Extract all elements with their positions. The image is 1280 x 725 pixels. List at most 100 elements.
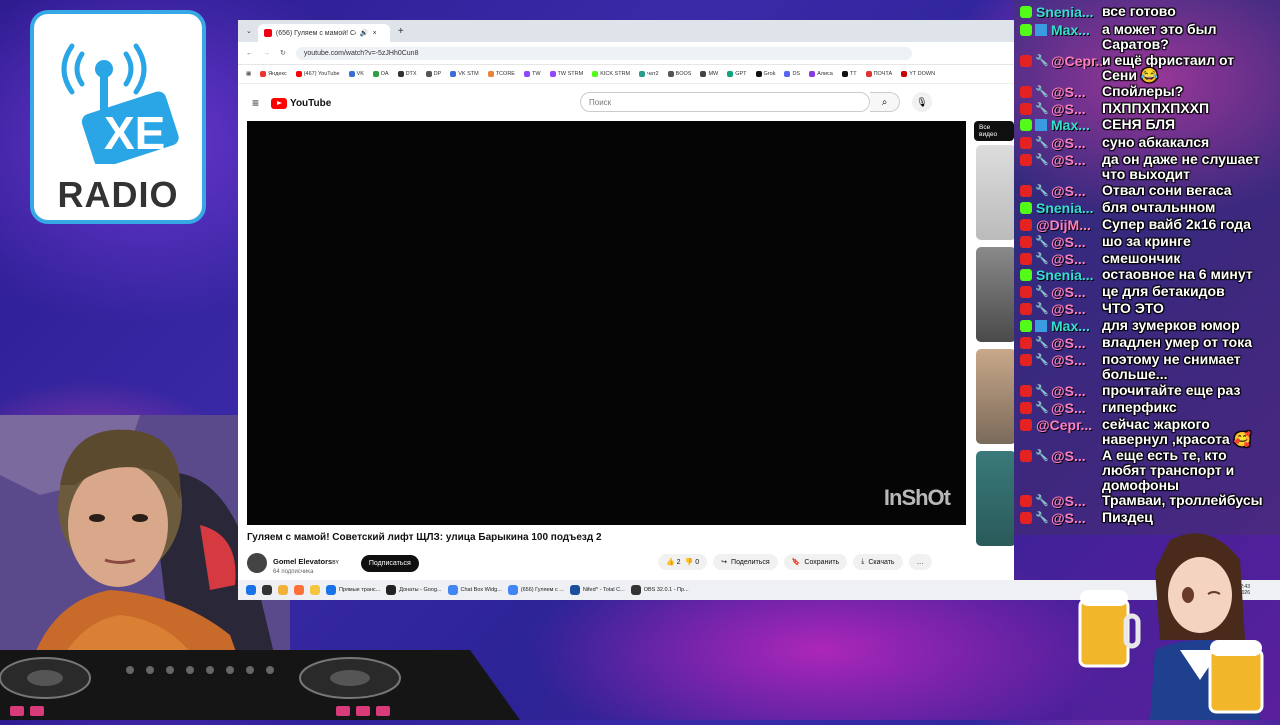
bookmark-item[interactable]: TW xyxy=(523,71,541,77)
channel-country: BY xyxy=(332,560,339,566)
bookmark-item[interactable]: DA xyxy=(372,71,389,77)
chat-message-text: гиперфикс xyxy=(1102,399,1177,415)
new-tab-button[interactable]: + xyxy=(398,26,404,37)
bookmark-item[interactable]: BOOS xyxy=(667,71,691,77)
bookmark-item[interactable]: VK STM xyxy=(450,71,479,77)
voice-search-mic-icon[interactable]: 🎙 xyxy=(912,92,932,112)
bookmark-favicon-icon xyxy=(784,71,791,77)
forward-icon[interactable]: → xyxy=(263,50,270,57)
taskbar-app-button[interactable]: Nifed^ - Total C... xyxy=(569,585,625,595)
browser-window: ⌄ (656) Гуляем с мамой! Сов 🔊 × + ← → ↻ … xyxy=(238,20,1014,600)
bookmark-item[interactable]: TT xyxy=(841,71,857,77)
chat-message-text: сейчас жаркого навернул ,красота 🥰 xyxy=(1102,416,1252,447)
download-button[interactable]: ⤓ Скачать xyxy=(853,554,903,570)
bookmark-item[interactable]: TCORE xyxy=(487,71,515,77)
apps-grid-icon[interactable]: ▦ xyxy=(246,71,251,77)
chat-message: Snenia... бля очтальнном xyxy=(1020,200,1215,216)
speaker-icon[interactable]: 🔊 xyxy=(360,29,369,37)
chat-message: 🔧 @S... Трамваи, троллейбусы xyxy=(1020,493,1263,509)
subscribe-button[interactable]: Подписаться xyxy=(360,554,419,572)
bookmark-label: TCORE xyxy=(495,71,515,77)
wrench-badge-icon: 🔧 xyxy=(1035,303,1049,315)
chat-message-text: владлен умер от тока xyxy=(1102,334,1252,350)
recommended-video-thumbnail[interactable] xyxy=(976,145,1014,240)
recommended-video-thumbnail[interactable] xyxy=(976,349,1014,444)
chat-message: 🔧 @S... Спойлеры? xyxy=(1020,84,1183,100)
video-actions: 👍 2 👎 0 ↪ Поделиться 🔖 Сохранить ⤓ Скачать … xyxy=(658,554,932,570)
bookmark-favicon-icon xyxy=(841,71,848,77)
taskbar-app-label: Донаты - Goog... xyxy=(399,587,442,593)
weather-widget[interactable] xyxy=(278,585,288,595)
taskbar-app-button[interactable]: Прямые транс... xyxy=(326,585,380,595)
bookmark-item[interactable]: Яндекс xyxy=(260,71,287,77)
start-button[interactable] xyxy=(246,585,256,595)
youtube-platform-icon xyxy=(1020,385,1032,397)
wrench-badge-icon: 🔧 xyxy=(1035,337,1049,349)
save-button[interactable]: 🔖 Сохранить xyxy=(783,554,848,570)
recommended-video-thumbnail[interactable] xyxy=(976,451,1014,546)
bookmark-item[interactable]: MW xyxy=(700,71,718,77)
bookmark-label: MW xyxy=(708,71,719,77)
reload-icon[interactable]: ↻ xyxy=(280,49,286,57)
video-player[interactable]: InShOt xyxy=(247,121,966,525)
recommendations-sidebar: Все видео xyxy=(974,121,1014,600)
search-button[interactable]: ⌕ xyxy=(870,92,900,112)
inshot-watermark: InShOt xyxy=(883,485,951,510)
bookmark-favicon-icon xyxy=(523,71,530,77)
youtube-logo[interactable]: YouTube xyxy=(271,97,331,109)
tab-bar: ⌄ (656) Гуляем с мамой! Сов 🔊 × + xyxy=(238,20,1014,42)
tab-close-icon[interactable]: × xyxy=(373,30,377,37)
url-field[interactable]: youtube.com/watch?v=-5zJHh0Cun8 xyxy=(295,46,912,60)
chat-message-text: бля очтальнном xyxy=(1102,199,1216,215)
dislike-count: 0 xyxy=(695,559,700,566)
bookmark-item[interactable]: чат2 xyxy=(639,71,659,77)
bookmark-item[interactable]: ПОЧТА xyxy=(865,71,892,77)
chat-message-text: для зумерков юмор xyxy=(1102,317,1240,333)
bookmark-item[interactable]: DTX xyxy=(397,71,417,77)
dislike-button[interactable]: 👎 0 xyxy=(685,558,700,566)
bookmark-item[interactable]: (467) YouTube xyxy=(295,71,340,77)
bookmark-item[interactable]: VK xyxy=(348,71,364,77)
taskbar-app-button[interactable]: Chat Box Widg... xyxy=(447,585,502,595)
channel-name[interactable]: Gomel Elevators xyxy=(273,557,332,566)
back-icon[interactable]: ← xyxy=(246,50,253,57)
bookmark-item[interactable]: TW STRM xyxy=(549,71,583,77)
taskbar-app-button[interactable]: Донаты - Goog... xyxy=(386,585,442,595)
like-button[interactable]: 👍 2 xyxy=(666,558,681,566)
bookmark-item[interactable]: GPT xyxy=(727,71,747,77)
bookmark-label: DP xyxy=(433,71,442,77)
tab-list-chevron-icon[interactable]: ⌄ xyxy=(246,27,252,35)
bookmark-item[interactable]: DP xyxy=(425,71,442,77)
taskbar-app-button[interactable]: (656) Гуляем с ... xyxy=(507,585,564,595)
more-actions-button[interactable]: … xyxy=(908,554,932,570)
bookmark-favicon-icon xyxy=(809,71,816,77)
bookmark-item[interactable]: Grok xyxy=(755,71,775,77)
bookmark-item[interactable]: KICK STRM xyxy=(592,71,630,77)
tab-youtube[interactable]: (656) Гуляем с мамой! Сов 🔊 × xyxy=(257,24,390,42)
bookmark-item[interactable]: Алиса xyxy=(809,71,833,77)
chat-message-text: все готово xyxy=(1102,3,1176,19)
share-button[interactable]: ↪ Поделиться xyxy=(713,554,778,570)
file-explorer-icon[interactable] xyxy=(310,585,320,595)
search-input[interactable]: Поиск xyxy=(580,92,870,112)
youtube-platform-icon xyxy=(1020,185,1032,197)
chat-message: @DijM... Супер вайб 2к16 года xyxy=(1020,217,1251,233)
bookmark-item[interactable]: YT DOWN xyxy=(901,71,935,77)
all-videos-chip[interactable]: Все видео xyxy=(974,121,1014,141)
bookmark-favicon-icon xyxy=(901,71,908,77)
channel-avatar[interactable] xyxy=(247,553,267,573)
wrench-badge-icon: 🔧 xyxy=(1035,154,1049,166)
bookmark-favicon-icon xyxy=(755,71,762,77)
recommended-video-thumbnail[interactable] xyxy=(976,247,1014,342)
youtube-platform-icon xyxy=(1020,303,1032,315)
firefox-icon[interactable] xyxy=(294,585,304,595)
taskbar-app-button[interactable]: OBS 32.0.1 - Пр... xyxy=(630,585,689,595)
bookmark-item[interactable]: DS xyxy=(784,71,800,77)
bookmark-favicon-icon xyxy=(549,71,556,77)
task-view-icon[interactable] xyxy=(262,585,272,595)
chat-message-text: Спойлеры? xyxy=(1102,83,1184,99)
wrench-badge-icon: 🔧 xyxy=(1035,512,1049,524)
menu-icon[interactable]: ≡ xyxy=(252,96,259,110)
chat-message-text: ЧТО ЭТО xyxy=(1102,300,1164,316)
bookmark-icon: 🔖 xyxy=(791,559,801,566)
